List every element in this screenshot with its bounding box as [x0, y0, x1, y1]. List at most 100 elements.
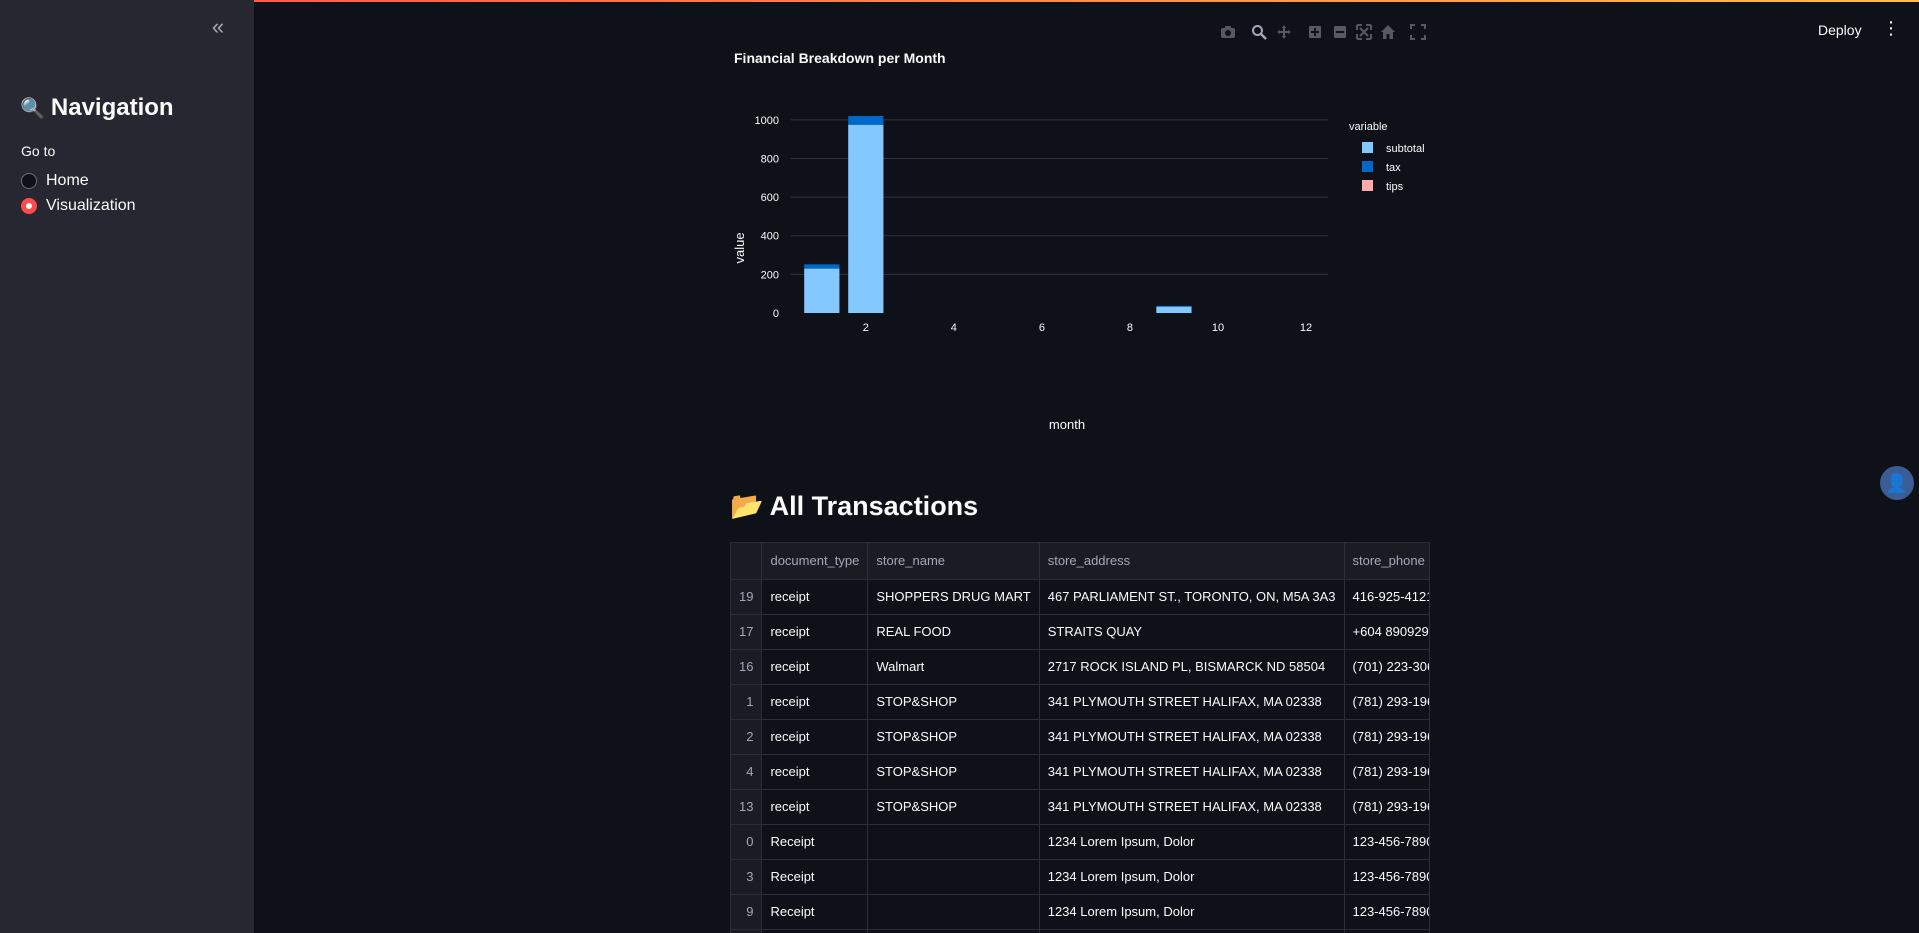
- table-cell[interactable]: STRAITS QUAY: [1039, 614, 1345, 650]
- row-index-cell[interactable]: 19: [731, 579, 763, 615]
- y-axis-ticks: 0 200 400 600 800 1000: [755, 115, 779, 320]
- table-cell[interactable]: 467 PARLIAMENT ST., TORONTO, ON, M5A 3A3: [1039, 579, 1345, 615]
- table-cell[interactable]: receipt: [761, 754, 869, 790]
- zoom-in-icon[interactable]: [1307, 24, 1323, 40]
- header-cell-store-name[interactable]: store_name: [867, 543, 1040, 580]
- table-cell[interactable]: 341 PLYMOUTH STREET HALIFAX, MA 02338: [1039, 754, 1345, 790]
- table-row[interactable]: 19 receipt SHOPPERS DRUG MART 467 PARLIAMEN…: [731, 579, 1429, 615]
- home-icon[interactable]: [1380, 24, 1396, 40]
- collapse-sidebar-icon[interactable]: «: [206, 16, 230, 40]
- table-row[interactable]: 0 Receipt 1234 Lorem Ipsum, Dolor 123-456-7…: [731, 824, 1429, 860]
- legend-label-tips[interactable]: tips: [1386, 181, 1404, 193]
- pan-icon[interactable]: [1276, 24, 1292, 40]
- table-row[interactable]: 3 Receipt 1234 Lorem Ipsum, Dolor 123-456-7…: [731, 859, 1429, 895]
- table-cell[interactable]: STOP&SHOP: [867, 754, 1040, 790]
- table-cell[interactable]: receipt: [761, 649, 869, 685]
- row-index-cell[interactable]: 1: [731, 684, 763, 720]
- table-cell[interactable]: [867, 929, 1040, 933]
- bar-tax[interactable]: [848, 116, 884, 125]
- user-avatar[interactable]: 👤: [1880, 466, 1914, 500]
- table-row[interactable]: 4 receipt STOP&SHOP 341 PLYMOUTH STREET HAL…: [731, 754, 1429, 790]
- table-cell[interactable]: 341 PLYMOUTH STREET HALIFAX, MA 02338: [1039, 789, 1345, 825]
- transactions-table[interactable]: document_type store_name store_address s…: [730, 542, 1430, 933]
- row-index-cell[interactable]: 0: [731, 824, 763, 860]
- table-cell[interactable]: 1234 Lorem Ipsum, Dolor: [1039, 894, 1345, 930]
- legend-label-tax[interactable]: tax: [1386, 162, 1401, 174]
- deploy-button[interactable]: Deploy: [1812, 18, 1868, 42]
- table-cell[interactable]: receipt: [761, 579, 869, 615]
- table-cell[interactable]: receipt: [761, 684, 869, 720]
- table-cell[interactable]: Receipt: [761, 824, 869, 860]
- bar-subtotal[interactable]: [848, 124, 884, 313]
- table-cell[interactable]: (781) 293-1961: [1344, 684, 1429, 720]
- header-cell-store-phone[interactable]: store_phone: [1344, 543, 1429, 580]
- header-cell-store-address[interactable]: store_address: [1039, 543, 1345, 580]
- table-cell[interactable]: [761, 929, 869, 933]
- bar-tax[interactable]: [1156, 305, 1192, 307]
- table-row[interactable]: 16 receipt Walmart 2717 ROCK ISLAND PL, BIS…: [731, 649, 1429, 685]
- radio-visualization[interactable]: Visualization: [21, 197, 136, 215]
- table-row[interactable]: [731, 929, 1429, 933]
- row-index-cell[interactable]: [731, 929, 763, 933]
- table-cell[interactable]: Receipt: [761, 859, 869, 895]
- row-index-cell[interactable]: 13: [731, 789, 763, 825]
- table-cell[interactable]: 123-456-7890: [1344, 859, 1429, 895]
- table-cell[interactable]: 1234 Lorem Ipsum, Dolor: [1039, 824, 1345, 860]
- table-row[interactable]: 1 receipt STOP&SHOP 341 PLYMOUTH STREET HAL…: [731, 684, 1429, 720]
- table-cell[interactable]: [1344, 929, 1429, 933]
- legend-swatch-tax[interactable]: [1362, 161, 1373, 172]
- table-cell[interactable]: 123-456-7890: [1344, 894, 1429, 930]
- autoscale-icon[interactable]: [1356, 24, 1372, 40]
- table-cell[interactable]: STOP&SHOP: [867, 719, 1040, 755]
- table-cell[interactable]: 416-925-4121: [1344, 579, 1429, 615]
- table-cell[interactable]: receipt: [761, 789, 869, 825]
- table-cell[interactable]: REAL FOOD: [867, 614, 1040, 650]
- table-cell[interactable]: 341 PLYMOUTH STREET HALIFAX, MA 02338: [1039, 719, 1345, 755]
- table-cell[interactable]: 341 PLYMOUTH STREET HALIFAX, MA 02338: [1039, 684, 1345, 720]
- table-cell[interactable]: (701) 223-3066: [1344, 649, 1429, 685]
- table-cell[interactable]: Receipt: [761, 894, 869, 930]
- table-row[interactable]: 9 Receipt 1234 Lorem Ipsum, Dolor 123-456-7…: [731, 894, 1429, 930]
- x-tick-label: 4: [951, 322, 957, 334]
- table-cell[interactable]: STOP&SHOP: [867, 789, 1040, 825]
- table-cell[interactable]: [867, 824, 1040, 860]
- table-cell[interactable]: [867, 894, 1040, 930]
- table-row[interactable]: 17 receipt REAL FOOD STRAITS QUAY +604 89092…: [731, 614, 1429, 650]
- table-cell[interactable]: (781) 293-1961: [1344, 719, 1429, 755]
- table-row[interactable]: 13 receipt STOP&SHOP 341 PLYMOUTH STREET HA…: [731, 789, 1429, 825]
- table-cell[interactable]: 123-456-7890: [1344, 824, 1429, 860]
- table-cell[interactable]: [867, 859, 1040, 895]
- zoom-out-icon[interactable]: [1332, 24, 1348, 40]
- row-index-cell[interactable]: 4: [731, 754, 763, 790]
- row-index-cell[interactable]: 3: [731, 859, 763, 895]
- table-cell[interactable]: (781) 293-1961: [1344, 789, 1429, 825]
- legend-label-subtotal[interactable]: subtotal: [1386, 143, 1425, 155]
- table-cell[interactable]: SHOPPERS DRUG MART: [867, 579, 1040, 615]
- table-cell[interactable]: STOP&SHOP: [867, 684, 1040, 720]
- bar-subtotal[interactable]: [804, 268, 840, 313]
- header-cell-document-type[interactable]: document_type: [761, 543, 869, 580]
- table-cell[interactable]: Walmart: [867, 649, 1040, 685]
- row-index-cell[interactable]: 2: [731, 719, 763, 755]
- bar-tax[interactable]: [804, 264, 840, 269]
- header-cell-index[interactable]: [731, 543, 763, 580]
- table-cell[interactable]: receipt: [761, 614, 869, 650]
- table-cell[interactable]: receipt: [761, 719, 869, 755]
- table-row[interactable]: 2 receipt STOP&SHOP 341 PLYMOUTH STREET HAL…: [731, 719, 1429, 755]
- table-cell[interactable]: (781) 293-1961: [1344, 754, 1429, 790]
- table-cell[interactable]: [1039, 929, 1345, 933]
- legend-swatch-subtotal[interactable]: [1362, 142, 1373, 153]
- row-index-cell[interactable]: 9: [731, 894, 763, 930]
- radio-home[interactable]: Home: [21, 172, 89, 190]
- camera-icon[interactable]: [1220, 24, 1236, 40]
- table-cell[interactable]: 1234 Lorem Ipsum, Dolor: [1039, 859, 1345, 895]
- row-index-cell[interactable]: 17: [731, 614, 763, 650]
- zoom-icon[interactable]: [1251, 24, 1267, 40]
- table-cell[interactable]: 2717 ROCK ISLAND PL, BISMARCK ND 58504: [1039, 649, 1345, 685]
- row-index-cell[interactable]: 16: [731, 649, 763, 685]
- table-cell[interactable]: +604 8909293: [1344, 614, 1429, 650]
- fullscreen-icon[interactable]: [1410, 24, 1426, 40]
- legend-swatch-tips[interactable]: [1362, 180, 1373, 191]
- main-menu-icon[interactable]: ⋮: [1882, 18, 1900, 38]
- bar-subtotal[interactable]: [1156, 306, 1192, 313]
